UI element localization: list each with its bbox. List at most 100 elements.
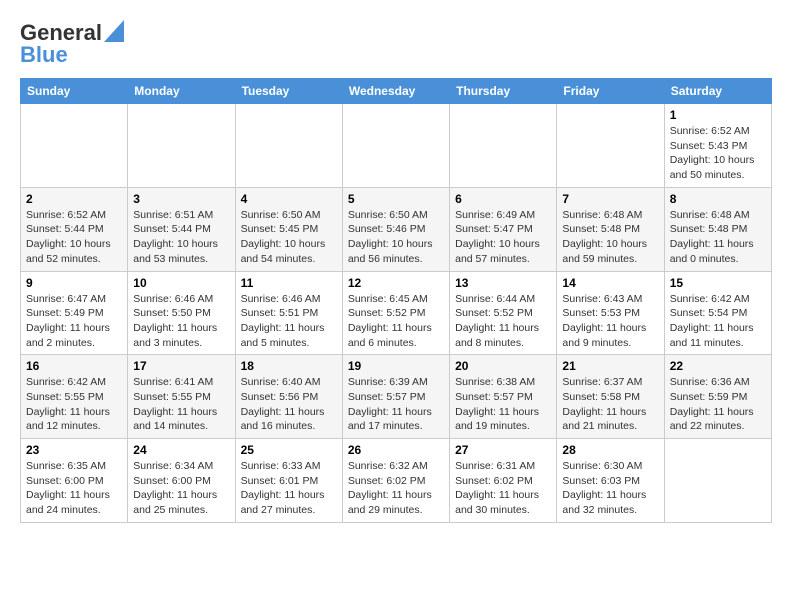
- calendar-cell: 27 Sunrise: 6:31 AM Sunset: 6:02 PM Dayli…: [450, 439, 557, 523]
- calendar-cell: [128, 104, 235, 188]
- calendar-cell: 11Sunrise: 6:46 AM Sunset: 5:51 PM Dayli…: [235, 271, 342, 355]
- day-info: Sunrise: 6:48 AM Sunset: 5:48 PM Dayligh…: [670, 208, 766, 267]
- day-info: Sunrise: 6:35 AM Sunset: 6:00 PM Dayligh…: [26, 459, 122, 518]
- page-header: General Blue: [20, 20, 772, 68]
- day-number: 25: [241, 443, 337, 457]
- calendar-cell: 10 Sunrise: 6:46 AM Sunset: 5:50 PM Dayli…: [128, 271, 235, 355]
- day-number: 27: [455, 443, 551, 457]
- day-info: Sunrise: 6:44 AM Sunset: 5:52 PM Dayligh…: [455, 292, 551, 351]
- calendar-cell: 18 Sunrise: 6:40 AM Sunset: 5:56 PM Dayli…: [235, 355, 342, 439]
- day-of-week-header: Tuesday: [235, 79, 342, 104]
- calendar-week-row: 2 Sunrise: 6:52 AM Sunset: 5:44 PM Daylig…: [21, 187, 772, 271]
- calendar-week-row: 9 Sunrise: 6:47 AM Sunset: 5:49 PM Daylig…: [21, 271, 772, 355]
- calendar-cell: 26 Sunrise: 6:32 AM Sunset: 6:02 PM Dayli…: [342, 439, 449, 523]
- day-number: 24: [133, 443, 229, 457]
- day-number: 1: [670, 108, 766, 122]
- day-info: Sunrise: 6:40 AM Sunset: 5:56 PM Dayligh…: [241, 375, 337, 434]
- day-info: Sunrise: 6:33 AM Sunset: 6:01 PM Dayligh…: [241, 459, 337, 518]
- calendar-cell: 19Sunrise: 6:39 AM Sunset: 5:57 PM Dayli…: [342, 355, 449, 439]
- day-number: 19: [348, 359, 444, 373]
- day-of-week-header: Sunday: [21, 79, 128, 104]
- day-info: Sunrise: 6:47 AM Sunset: 5:49 PM Dayligh…: [26, 292, 122, 351]
- day-number: 3: [133, 192, 229, 206]
- day-info: Sunrise: 6:51 AM Sunset: 5:44 PM Dayligh…: [133, 208, 229, 267]
- day-info: Sunrise: 6:50 AM Sunset: 5:45 PM Dayligh…: [241, 208, 337, 267]
- logo-icon: [104, 20, 124, 42]
- day-number: 16: [26, 359, 122, 373]
- day-number: 15: [670, 276, 766, 290]
- calendar-cell: 4 Sunrise: 6:50 AM Sunset: 5:45 PM Daylig…: [235, 187, 342, 271]
- calendar-cell: 6Sunrise: 6:49 AM Sunset: 5:47 PM Daylig…: [450, 187, 557, 271]
- day-of-week-header: Friday: [557, 79, 664, 104]
- day-number: 18: [241, 359, 337, 373]
- calendar-cell: 13 Sunrise: 6:44 AM Sunset: 5:52 PM Dayli…: [450, 271, 557, 355]
- day-info: Sunrise: 6:32 AM Sunset: 6:02 PM Dayligh…: [348, 459, 444, 518]
- calendar-cell: 9 Sunrise: 6:47 AM Sunset: 5:49 PM Daylig…: [21, 271, 128, 355]
- calendar-cell: 14 Sunrise: 6:43 AM Sunset: 5:53 PM Dayli…: [557, 271, 664, 355]
- day-number: 9: [26, 276, 122, 290]
- calendar-cell: 21 Sunrise: 6:37 AM Sunset: 5:58 PM Dayli…: [557, 355, 664, 439]
- day-number: 13: [455, 276, 551, 290]
- calendar-cell: 3 Sunrise: 6:51 AM Sunset: 5:44 PM Daylig…: [128, 187, 235, 271]
- calendar-cell: 22 Sunrise: 6:36 AM Sunset: 5:59 PM Dayli…: [664, 355, 771, 439]
- day-number: 14: [562, 276, 658, 290]
- calendar-cell: 28 Sunrise: 6:30 AM Sunset: 6:03 PM Dayli…: [557, 439, 664, 523]
- day-number: 17: [133, 359, 229, 373]
- day-of-week-header: Saturday: [664, 79, 771, 104]
- calendar-cell: 20 Sunrise: 6:38 AM Sunset: 5:57 PM Dayli…: [450, 355, 557, 439]
- calendar-header-row: SundayMondayTuesdayWednesdayThursdayFrid…: [21, 79, 772, 104]
- day-info: Sunrise: 6:37 AM Sunset: 5:58 PM Dayligh…: [562, 375, 658, 434]
- day-info: Sunrise: 6:41 AM Sunset: 5:55 PM Dayligh…: [133, 375, 229, 434]
- calendar-cell: 2 Sunrise: 6:52 AM Sunset: 5:44 PM Daylig…: [21, 187, 128, 271]
- logo: General Blue: [20, 20, 124, 68]
- day-number: 12: [348, 276, 444, 290]
- calendar-week-row: 1 Sunrise: 6:52 AM Sunset: 5:43 PM Daylig…: [21, 104, 772, 188]
- calendar-cell: 25 Sunrise: 6:33 AM Sunset: 6:01 PM Dayli…: [235, 439, 342, 523]
- day-info: Sunrise: 6:36 AM Sunset: 5:59 PM Dayligh…: [670, 375, 766, 434]
- day-info: Sunrise: 6:50 AM Sunset: 5:46 PM Dayligh…: [348, 208, 444, 267]
- day-number: 10: [133, 276, 229, 290]
- day-number: 22: [670, 359, 766, 373]
- calendar-cell: 1 Sunrise: 6:52 AM Sunset: 5:43 PM Daylig…: [664, 104, 771, 188]
- calendar-cell: [235, 104, 342, 188]
- calendar-cell: [664, 439, 771, 523]
- day-info: Sunrise: 6:42 AM Sunset: 5:54 PM Dayligh…: [670, 292, 766, 351]
- calendar-table: SundayMondayTuesdayWednesdayThursdayFrid…: [20, 78, 772, 523]
- day-number: 2: [26, 192, 122, 206]
- day-number: 4: [241, 192, 337, 206]
- day-of-week-header: Wednesday: [342, 79, 449, 104]
- day-info: Sunrise: 6:52 AM Sunset: 5:44 PM Dayligh…: [26, 208, 122, 267]
- calendar-cell: 15 Sunrise: 6:42 AM Sunset: 5:54 PM Dayli…: [664, 271, 771, 355]
- calendar-cell: 24Sunrise: 6:34 AM Sunset: 6:00 PM Dayli…: [128, 439, 235, 523]
- day-info: Sunrise: 6:43 AM Sunset: 5:53 PM Dayligh…: [562, 292, 658, 351]
- calendar-week-row: 16 Sunrise: 6:42 AM Sunset: 5:55 PM Dayli…: [21, 355, 772, 439]
- calendar-week-row: 23 Sunrise: 6:35 AM Sunset: 6:00 PM Dayli…: [21, 439, 772, 523]
- day-number: 23: [26, 443, 122, 457]
- day-number: 5: [348, 192, 444, 206]
- day-info: Sunrise: 6:42 AM Sunset: 5:55 PM Dayligh…: [26, 375, 122, 434]
- calendar-cell: [450, 104, 557, 188]
- calendar-cell: [557, 104, 664, 188]
- calendar-cell: 7 Sunrise: 6:48 AM Sunset: 5:48 PM Daylig…: [557, 187, 664, 271]
- day-info: Sunrise: 6:52 AM Sunset: 5:43 PM Dayligh…: [670, 124, 766, 183]
- day-number: 28: [562, 443, 658, 457]
- day-number: 21: [562, 359, 658, 373]
- day-info: Sunrise: 6:30 AM Sunset: 6:03 PM Dayligh…: [562, 459, 658, 518]
- day-number: 26: [348, 443, 444, 457]
- day-number: 8: [670, 192, 766, 206]
- day-number: 6: [455, 192, 551, 206]
- calendar-cell: [342, 104, 449, 188]
- calendar-cell: 23 Sunrise: 6:35 AM Sunset: 6:00 PM Dayli…: [21, 439, 128, 523]
- day-number: 20: [455, 359, 551, 373]
- calendar-cell: 12 Sunrise: 6:45 AM Sunset: 5:52 PM Dayli…: [342, 271, 449, 355]
- day-info: Sunrise: 6:31 AM Sunset: 6:02 PM Dayligh…: [455, 459, 551, 518]
- day-info: Sunrise: 6:38 AM Sunset: 5:57 PM Dayligh…: [455, 375, 551, 434]
- day-of-week-header: Thursday: [450, 79, 557, 104]
- calendar-cell: 8 Sunrise: 6:48 AM Sunset: 5:48 PM Daylig…: [664, 187, 771, 271]
- logo-blue: Blue: [20, 42, 68, 68]
- calendar-cell: 17 Sunrise: 6:41 AM Sunset: 5:55 PM Dayli…: [128, 355, 235, 439]
- day-number: 7: [562, 192, 658, 206]
- day-info: Sunrise: 6:48 AM Sunset: 5:48 PM Dayligh…: [562, 208, 658, 267]
- day-info: Sunrise: 6:45 AM Sunset: 5:52 PM Dayligh…: [348, 292, 444, 351]
- day-info: Sunrise: 6:46 AM Sunset: 5:50 PM Dayligh…: [133, 292, 229, 351]
